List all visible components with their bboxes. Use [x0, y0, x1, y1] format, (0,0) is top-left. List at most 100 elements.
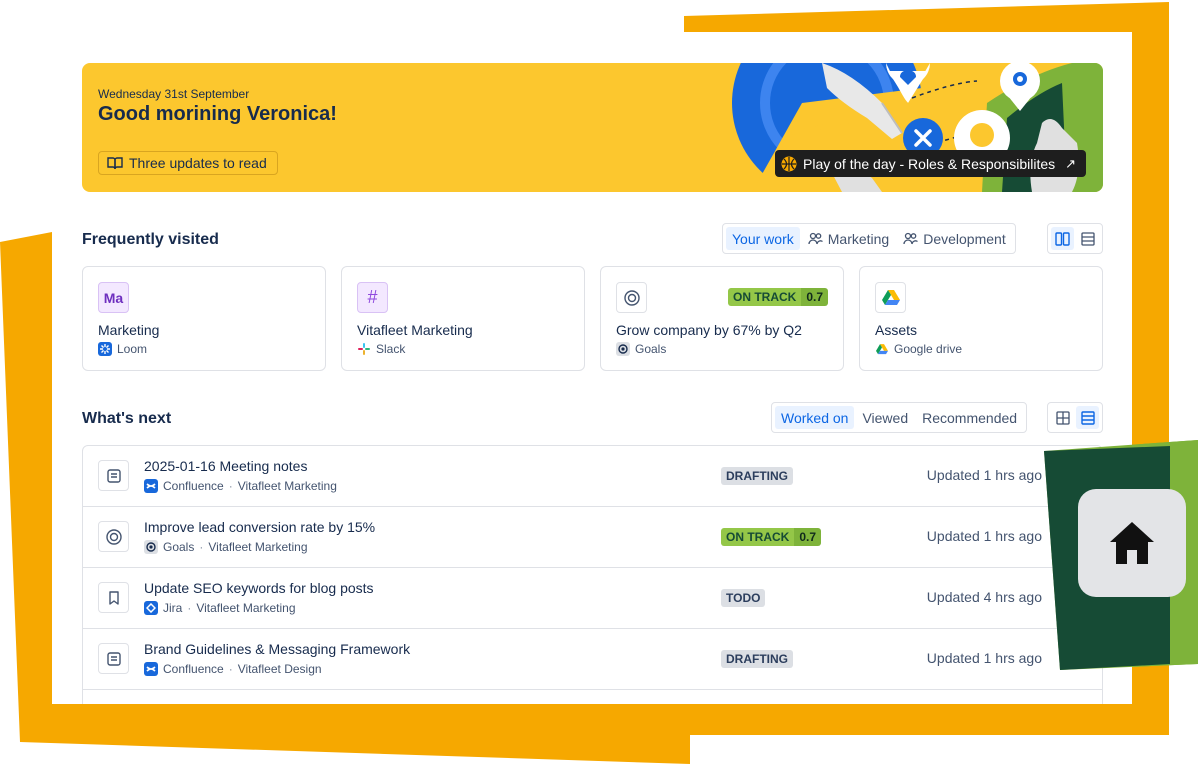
hash-icon: #	[357, 282, 388, 313]
filter-your-work[interactable]: Your work	[726, 227, 800, 250]
home-icon	[1110, 522, 1154, 564]
space-label: Vitafleet Marketing	[196, 601, 296, 615]
frequent-card-assets[interactable]: Assets Google drive	[859, 266, 1103, 371]
frequent-card-goal[interactable]: ON TRACK 0.7 Grow company by 67% by Q2 G…	[600, 266, 844, 371]
status-badge: TODO	[721, 589, 766, 607]
filter-development[interactable]: Development	[897, 227, 1012, 250]
updated-time: Updated 1 hrs ago	[926, 528, 1042, 544]
people-icon	[808, 232, 823, 245]
filter-label: Worked on	[781, 409, 849, 426]
goals-icon	[144, 540, 158, 554]
status-label: ON TRACK	[727, 288, 802, 306]
space-avatar: Ma	[98, 282, 129, 313]
list-item[interactable]: Improve lead conversion rate by 15% Goal…	[83, 507, 1102, 568]
people-icon	[903, 232, 919, 245]
whats-next-view-toggle	[1047, 402, 1103, 433]
filter-recommended[interactable]: Recommended	[916, 406, 1023, 429]
google-drive-icon	[875, 282, 906, 313]
filter-label: Recommended	[922, 409, 1018, 426]
goals-icon	[616, 342, 630, 356]
card-source: Goals	[616, 342, 666, 356]
app-label: Confluence	[163, 479, 224, 493]
stage: Wednesday 31st September Good morining V…	[0, 0, 1202, 764]
list-view-button[interactable]	[1076, 406, 1099, 429]
status-badge: ON TRACK 0.7	[721, 528, 822, 546]
google-drive-icon	[875, 342, 889, 356]
play-label: Play of the day - Roles & Responsibilite…	[803, 155, 1056, 172]
list-view-button[interactable]	[1076, 227, 1099, 250]
separator: ·	[228, 662, 233, 676]
banner-greeting: Good morining Veronica!	[98, 103, 337, 125]
page-icon	[98, 460, 129, 491]
card-source: Loom	[98, 342, 147, 356]
filter-label: Your work	[732, 230, 794, 247]
updated-time: Updated 4 hrs ago	[926, 589, 1042, 605]
card-title: Vitafleet Marketing	[357, 322, 473, 338]
grid-icon	[1055, 410, 1070, 425]
status-label: ON TRACK	[721, 528, 795, 546]
home-button[interactable]	[1078, 489, 1186, 597]
confluence-icon	[144, 662, 158, 676]
basketball-icon	[781, 156, 797, 171]
play-of-the-day-button[interactable]: Play of the day - Roles & Responsibilite…	[775, 150, 1087, 177]
filter-worked-on[interactable]: Worked on	[775, 406, 855, 429]
source-label: Slack	[376, 342, 406, 356]
jira-icon	[144, 601, 158, 615]
page-icon	[98, 643, 129, 674]
whats-next-filter: Worked on Viewed Recommended	[771, 402, 1028, 433]
item-meta: Jira · Vitafleet Marketing	[144, 601, 296, 615]
updated-time: Updated 1 hrs ago	[926, 467, 1042, 483]
item-title: Update SEO keywords for blog posts	[144, 580, 374, 596]
card-source: Slack	[357, 342, 405, 356]
filter-label: Viewed	[862, 409, 909, 426]
columns-view-button[interactable]	[1051, 227, 1074, 250]
grid-view-button[interactable]	[1051, 406, 1074, 429]
app-label: Jira	[163, 601, 183, 615]
item-title: Improve lead conversion rate by 15%	[144, 519, 376, 535]
home-dashboard: Wednesday 31st September Good morining V…	[52, 32, 1132, 704]
item-title: Brand Guidelines & Messaging Framework	[144, 641, 411, 657]
list-item[interactable]: 2025-01-16 Meeting notes Confluence · Vi…	[83, 446, 1102, 507]
whats-next-list: 2025-01-16 Meeting notes Confluence · Vi…	[82, 445, 1103, 704]
score-label: 0.7	[794, 528, 822, 546]
source-label: Google drive	[894, 342, 963, 356]
filter-label: Marketing	[827, 230, 890, 247]
welcome-banner: Wednesday 31st September Good morining V…	[82, 63, 1103, 192]
frequent-card-vitafleet-marketing[interactable]: # Vitafleet Marketing Slack	[341, 266, 585, 371]
loom-icon	[98, 342, 112, 356]
score-label: 0.7	[801, 288, 828, 306]
updated-time: Updated 1 hrs ago	[926, 650, 1042, 666]
source-label: Loom	[117, 342, 148, 356]
space-label: Vitafleet Marketing	[237, 479, 337, 493]
card-title: Assets	[875, 322, 918, 338]
filter-marketing[interactable]: Marketing	[802, 227, 895, 250]
frequent-card-marketing[interactable]: Ma Marketing Loom	[82, 266, 326, 371]
separator: ·	[187, 601, 192, 615]
slack-icon	[357, 342, 371, 356]
list-icon	[1080, 410, 1095, 425]
separator: ·	[228, 479, 233, 493]
banner-date: Wednesday 31st September	[98, 87, 250, 101]
columns-icon	[1055, 231, 1070, 246]
updates-button[interactable]: Three updates to read	[98, 151, 278, 175]
card-source: Google drive	[875, 342, 962, 356]
status-badge: DRAFTING	[721, 467, 793, 485]
confluence-icon	[144, 479, 158, 493]
filter-viewed[interactable]: Viewed	[856, 406, 914, 429]
item-meta: Goals · Vitafleet Marketing	[144, 540, 308, 554]
frequently-visited-title: Frequently visited	[82, 231, 219, 248]
arrow-up-right-icon: ↗	[1065, 155, 1077, 171]
item-title: 2025-01-16 Meeting notes	[144, 458, 308, 474]
list-icon	[1080, 231, 1095, 246]
whats-next-title: What's next	[82, 410, 172, 427]
space-label: Vitafleet Design	[237, 662, 322, 676]
list-item[interactable]: Update SEO keywords for blog posts Jira …	[83, 568, 1102, 629]
on-track-lozenge: ON TRACK 0.7	[727, 288, 828, 306]
updates-label: Three updates to read	[129, 155, 267, 171]
book-open-icon	[107, 157, 123, 170]
bookmark-icon	[98, 582, 129, 613]
source-label: Goals	[635, 342, 667, 356]
app-label: Confluence	[163, 662, 224, 676]
list-item[interactable]: Brand Guidelines & Messaging Framework C…	[83, 629, 1102, 690]
app-label: Goals	[163, 540, 195, 554]
